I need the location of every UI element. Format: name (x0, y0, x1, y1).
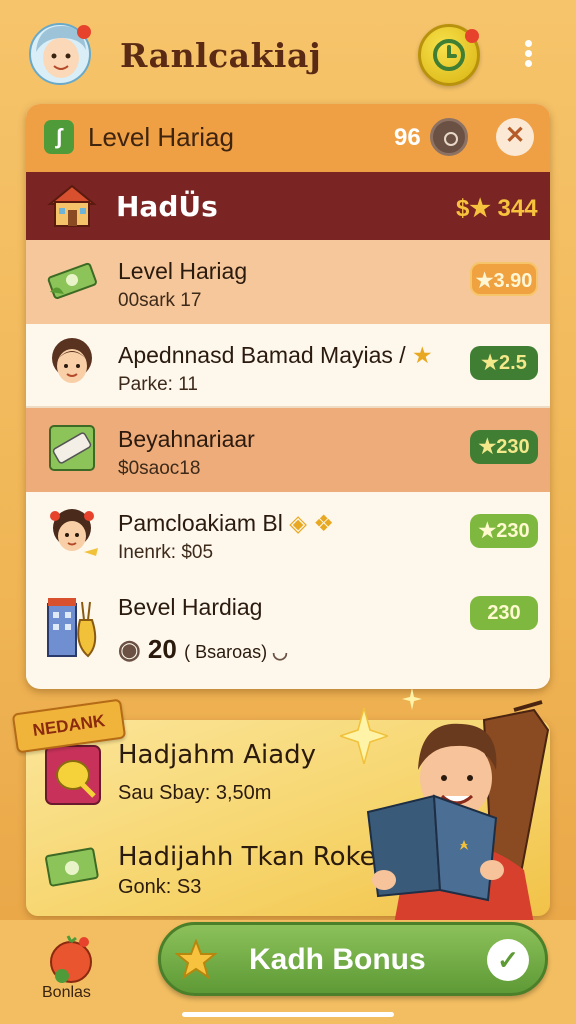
profile-avatar[interactable] (26, 18, 94, 86)
item-detail: $0saoc18 (118, 458, 201, 479)
app-header: Ranlcakiaj (0, 0, 576, 100)
home-indicator[interactable] (182, 1012, 394, 1017)
item-name: Bevel Hardiag (118, 594, 263, 620)
reward-badge: ★230 (470, 514, 538, 548)
notification-dot (465, 29, 479, 43)
item-detail: 00sark 17 (118, 290, 202, 311)
boy-reading-illustration (366, 700, 550, 924)
ticket-card-icon (49, 425, 95, 471)
level-panel: ʃ Level Hariag 96 ✕ HadÜs $★ 344 Level H… (26, 104, 550, 689)
item-detail: Inenrk: $05 (118, 542, 214, 563)
cash-icon (45, 847, 99, 887)
check-icon: ✓ (487, 939, 529, 981)
star-icon: ★ (405, 342, 433, 368)
section-score: $★ 344 (456, 195, 538, 222)
reward-badge: ★2.5 (470, 346, 538, 380)
level-badge-icon: ʃ (44, 120, 74, 154)
coin-icon (430, 118, 468, 156)
girl-avatar-icon (50, 509, 98, 556)
timer-button[interactable] (418, 24, 480, 86)
list-item[interactable]: Level Hariag 00sark 17 ★3.90 (26, 240, 550, 324)
bonus-item-name: Hadijahh Tkan Rokers (118, 842, 400, 872)
cash-stack-icon (47, 262, 97, 299)
cup-icon: ◡ (267, 642, 288, 662)
tomato-icon[interactable] (44, 932, 98, 986)
bonus-item-name: Hadjahm Aiady (118, 740, 317, 770)
item-detail: Parke: 11 (118, 374, 198, 395)
reward-badge: ★230 (470, 430, 538, 464)
coin-icon: ◉ (118, 634, 148, 664)
item-name: Apednnasd Bamad Mayias / ★ (118, 342, 433, 368)
claim-bonus-label: Kadh Bonus (249, 943, 426, 976)
more-menu-button[interactable] (516, 38, 540, 72)
reward-badge: ★3.90 (470, 262, 538, 296)
lemon-card-icon (45, 745, 101, 805)
close-button[interactable]: ✕ (496, 118, 534, 156)
bonus-item-detail: Sau Sbay: 3,50m (118, 782, 272, 804)
dot-icon (524, 50, 532, 57)
panel-title: Level Hariag (88, 122, 234, 152)
list-item[interactable]: Bevel Hardiag ◉ 20 ( Bsaroas) ◡ 230 (26, 576, 550, 680)
building-icon (47, 598, 97, 658)
section-title: HadÜs (116, 190, 218, 223)
list-item[interactable]: Beyahnariaar $0saoc18 ★230 (26, 408, 550, 492)
item-name: Level Hariag (118, 258, 248, 284)
reward-badge: 230 (470, 596, 538, 630)
list-item[interactable]: Apednnasd Bamad Mayias / ★ Parke: 11 ★2.… (26, 324, 550, 408)
gem-icon: ◈ ❖ (282, 510, 334, 536)
bonus-item-detail: Gonk: S3 (118, 876, 202, 898)
claim-bonus-button[interactable]: Kadh Bonus ✓ (158, 922, 548, 996)
star-icon (175, 939, 217, 980)
dot-icon (524, 60, 532, 67)
app-title: Ranlcakiaj (120, 36, 322, 75)
coin-count: 96 (394, 124, 421, 151)
girl-avatar-icon (52, 338, 92, 383)
nav-bonus-label[interactable]: Bonlas (42, 984, 91, 1002)
item-name: Beyahnariaar (118, 426, 255, 452)
list-item[interactable]: Pamcloakiam Bl ◈ ❖ Inenrk: $05 ★230 (26, 492, 550, 576)
item-name: Pamcloakiam Bl ◈ ❖ (118, 510, 334, 536)
house-icon (47, 184, 97, 227)
section-header: HadÜs $★ 344 (26, 172, 550, 240)
dot-icon (524, 40, 532, 47)
item-detail: ◉ 20 ( Bsaroas) ◡ (118, 634, 288, 664)
panel-header: ʃ Level Hariag 96 ✕ (26, 104, 550, 172)
